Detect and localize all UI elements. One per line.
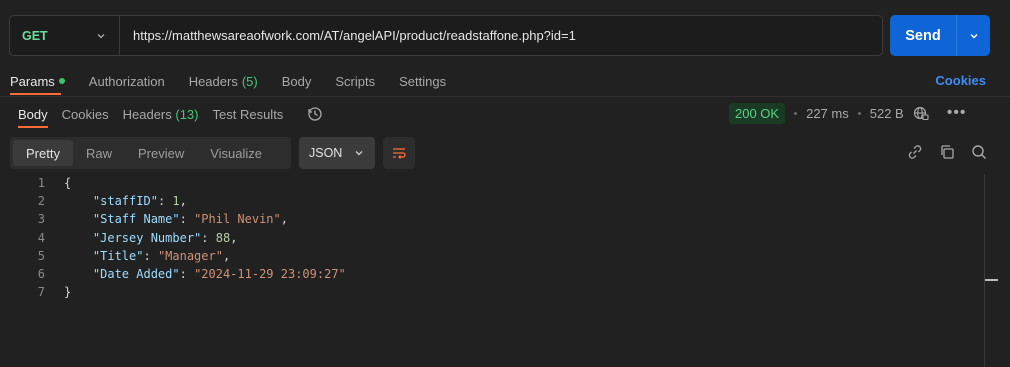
line-number: 4 — [37, 230, 45, 245]
view-tab-pretty[interactable]: Pretty — [13, 140, 73, 166]
response-body-code[interactable]: 1 { 2 "staffID": 1, 3 "Staff Name": "Phi… — [0, 174, 984, 301]
tab-body[interactable]: Body — [282, 71, 312, 91]
response-time[interactable]: 227 ms — [806, 106, 849, 121]
cookies-link[interactable]: Cookies — [935, 73, 986, 88]
send-button[interactable]: Send — [890, 15, 957, 56]
url-input[interactable] — [120, 16, 882, 55]
code-line: 1 { — [0, 174, 984, 192]
json-key: "Date Added" — [92, 267, 180, 282]
response-size[interactable]: 522 B — [870, 106, 904, 121]
search-icon[interactable] — [970, 143, 988, 161]
response-status: 200 OK 227 ms 522 B ••• — [729, 102, 967, 124]
wrap-lines-button[interactable] — [383, 137, 415, 169]
view-tab-raw[interactable]: Raw — [73, 140, 125, 166]
separator-dot — [794, 111, 798, 115]
code-line: 7 } — [0, 283, 984, 301]
response-tab-body[interactable]: Body — [18, 107, 48, 122]
tab-settings[interactable]: Settings — [399, 71, 446, 91]
method-label: GET — [22, 28, 48, 43]
line-number: 7 — [37, 285, 45, 300]
headers-count: (5) — [241, 73, 258, 89]
json-value: 1 — [172, 194, 180, 209]
scrollbar-thumb[interactable] — [985, 279, 998, 281]
code-line: 5 "Title": "Manager", — [0, 247, 984, 265]
response-tab-headers[interactable]: Headers (13) — [123, 107, 199, 122]
json-value: "Manager" — [157, 248, 223, 263]
tab-headers[interactable]: Headers (5) — [189, 71, 258, 91]
headers-count: (13) — [175, 106, 199, 122]
wrap-lines-icon — [393, 148, 406, 159]
format-select[interactable]: JSON — [299, 137, 375, 169]
chevron-down-icon — [97, 33, 105, 38]
json-key: "Jersey Number" — [92, 230, 202, 245]
line-number: 3 — [37, 212, 45, 227]
network-globe-icon[interactable] — [913, 105, 929, 121]
tab-label: Authorization — [88, 73, 165, 89]
scrollbar-track[interactable] — [984, 174, 985, 367]
params-indicator-dot — [58, 78, 65, 84]
line-number: 1 — [37, 176, 45, 191]
json-key: "Staff Name" — [92, 212, 180, 227]
json-key: "staffID" — [92, 194, 158, 209]
response-tab-test-results[interactable]: Test Results — [213, 107, 284, 122]
line-number: 5 — [37, 248, 45, 263]
code-line: 4 "Jersey Number": 88, — [0, 229, 984, 247]
json-value: 88 — [215, 230, 231, 245]
chevron-down-icon — [970, 33, 977, 38]
code-line: 3 "Staff Name": "Phil Nevin", — [0, 210, 984, 228]
link-icon[interactable] — [906, 143, 924, 161]
json-key: "Title" — [92, 248, 144, 263]
close-brace: } — [64, 285, 72, 300]
tab-label: Scripts — [335, 73, 376, 89]
tab-label: Settings — [399, 73, 447, 89]
method-select[interactable]: GET — [10, 16, 120, 55]
view-tab-preview[interactable]: Preview — [125, 140, 197, 166]
response-tabs: Body Cookies Headers (13) Test Results — [18, 104, 323, 124]
view-tab-visualize[interactable]: Visualize — [197, 140, 275, 166]
json-value: "2024-11-29 23:09:27" — [194, 267, 346, 282]
copy-icon[interactable] — [938, 143, 956, 161]
tab-label: Params — [10, 73, 55, 89]
open-brace: { — [64, 176, 72, 191]
separator-dot — [857, 111, 861, 115]
response-actions — [906, 143, 988, 161]
divider — [0, 96, 1010, 97]
line-number: 2 — [37, 194, 45, 209]
tab-label: Headers — [122, 106, 172, 122]
line-number: 6 — [37, 267, 45, 282]
tab-authorization[interactable]: Authorization — [89, 71, 165, 91]
request-tabs: Params Authorization Headers (5) Body Scr… — [10, 71, 470, 91]
send-dropdown-button[interactable] — [957, 15, 990, 56]
more-options-icon[interactable]: ••• — [947, 104, 967, 122]
active-tab-underline — [10, 93, 61, 95]
tab-scripts[interactable]: Scripts — [335, 71, 375, 91]
code-line: 2 "staffID": 1, — [0, 192, 984, 210]
response-tab-cookies[interactable]: Cookies — [62, 107, 109, 122]
format-label: JSON — [309, 146, 343, 160]
request-bar: GET — [9, 15, 883, 56]
history-icon[interactable] — [307, 106, 323, 122]
chevron-down-icon — [355, 151, 363, 156]
tab-label: Headers — [188, 73, 238, 89]
json-value: "Phil Nevin" — [194, 212, 281, 227]
tab-params[interactable]: Params — [10, 71, 65, 91]
view-mode-tabs: Pretty Raw Preview Visualize — [10, 137, 291, 169]
response-active-underline — [18, 126, 48, 128]
status-badge[interactable]: 200 OK — [729, 102, 786, 124]
tab-label: Body — [281, 73, 312, 89]
send-button-group: Send — [890, 15, 990, 56]
code-line: 6 "Date Added": "2024-11-29 23:09:27" — [0, 265, 984, 283]
